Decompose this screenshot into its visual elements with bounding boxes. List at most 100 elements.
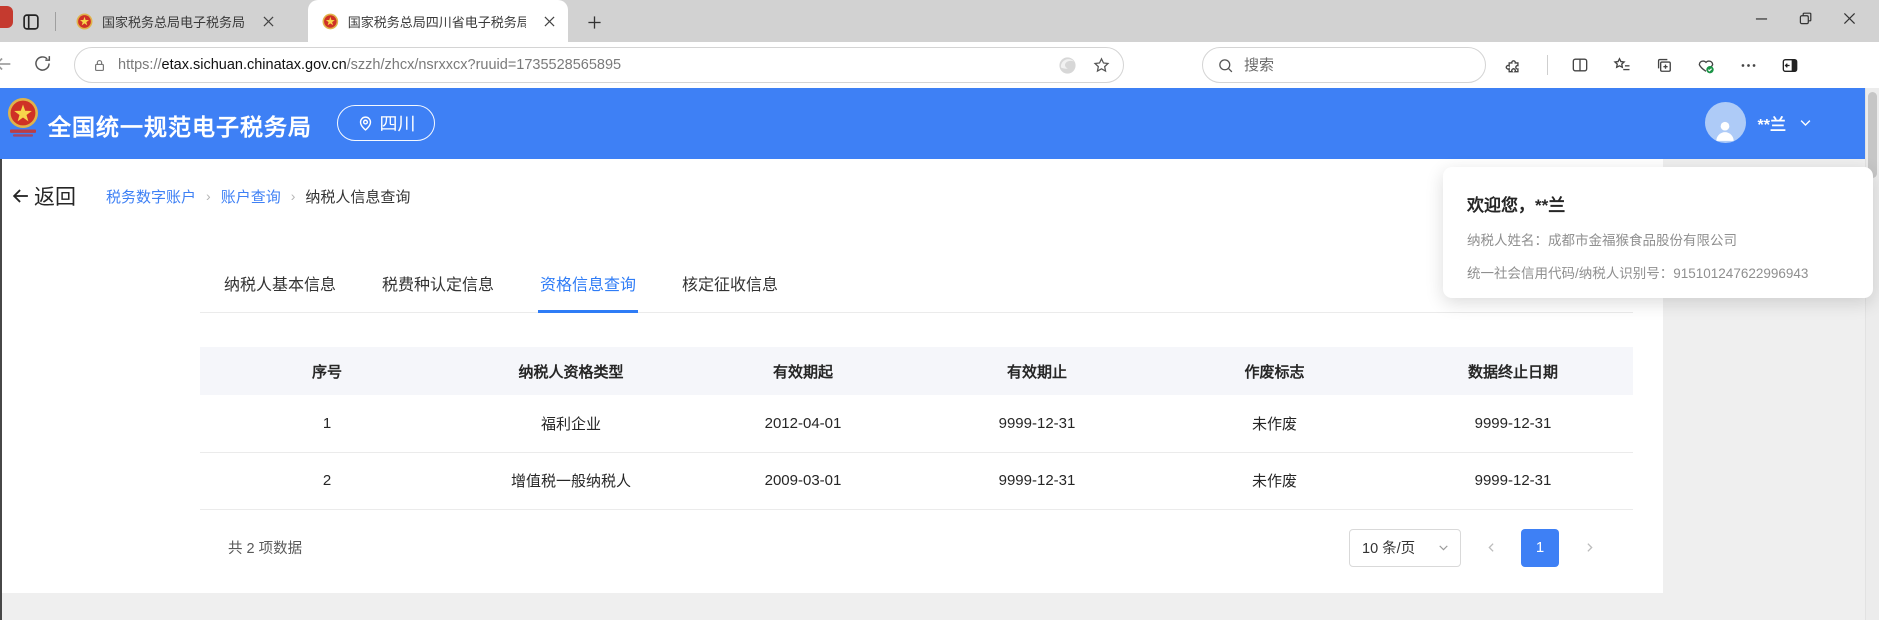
next-page-button[interactable] [1575,534,1603,562]
page-number-1[interactable]: 1 [1521,529,1559,567]
plus-icon [587,15,602,30]
page-body: 返回 税务数字账户 › 账户查询 › 纳税人信息查询 纳税人基本信息 税费种认定… [0,159,1879,620]
toolbar-separator [1547,55,1548,75]
col-纳税人资格类型: 纳税人资格类型 [454,347,688,395]
address-bar[interactable]: https://etax.sichuan.chinatax.gov.cn/szz… [74,47,1124,83]
split-screen-button[interactable] [1570,55,1590,75]
new-tab-button[interactable] [582,10,606,34]
site-title: 全国统一规范电子税务局 [48,108,312,142]
url-path: /szzh/zhcx/nsrxxcx?ruuid=1735528565895 [347,57,621,73]
chevron-down-icon [1798,115,1813,130]
tab-separator [55,12,56,31]
restore-button[interactable] [1783,0,1827,36]
scrollbar-thumb[interactable] [1868,92,1877,178]
window-left-edge [0,159,2,620]
table-header-row: 序号 纳税人资格类型 有效期起 有效期止 作废标志 数据终止日期 [200,347,1633,395]
cell: 9999-12-31 [1393,395,1633,452]
breadcrumb: 返回 税务数字账户 › 账户查询 › 纳税人信息查询 [10,181,410,211]
cell: 增值税一般纳税人 [454,452,688,509]
col-有效期起: 有效期起 [688,347,918,395]
edge-logo-icon[interactable] [1057,55,1077,75]
col-序号: 序号 [200,347,454,395]
sidebar-toggle-button[interactable] [1780,55,1800,75]
close-icon [1843,12,1856,25]
minimize-button[interactable] [1739,0,1783,36]
content-tabs: 纳税人基本信息 税费种认定信息 资格信息查询 核定征收信息 [200,259,1633,313]
person-icon [1712,117,1738,143]
region-selector[interactable]: 四川 [337,105,435,141]
table-row: 2 增值税一般纳税人 2009-03-01 9999-12-31 未作废 999… [200,452,1633,509]
browser-essentials-button[interactable] [1696,55,1716,75]
tab-qualification-info[interactable]: 资格信息查询 [538,259,638,313]
back-arrow-icon [10,185,32,207]
col-作废标志: 作废标志 [1156,347,1393,395]
credit-code-line: 统一社会信用代码/纳税人识别号：915101247622996943 [1467,262,1873,282]
back-arrow-icon [0,53,14,75]
prev-page-button[interactable] [1477,534,1505,562]
region-label: 四川 [380,110,416,136]
restore-icon [1799,12,1812,25]
tab-tax-type-info[interactable]: 税费种认定信息 [380,259,496,313]
user-menu[interactable]: **兰 [1705,102,1813,143]
cell: 2012-04-01 [688,395,918,452]
page-size-value: 10 条/页 [1362,537,1415,558]
window-controls [1739,0,1871,36]
lock-icon [91,57,108,74]
settings-more-button[interactable] [1738,55,1758,75]
close-window-button[interactable] [1827,0,1871,36]
chevron-left-icon [1485,541,1498,554]
browser-tab-2-active[interactable]: 国家税务总局四川省电子税务局 [308,0,568,42]
breadcrumb-link-1[interactable]: 税务数字账户 [106,186,196,207]
cell: 9999-12-31 [1393,452,1633,509]
vertical-tabs-button[interactable] [18,9,44,35]
page-size-select[interactable]: 10 条/页 [1349,529,1461,567]
browser-toolbar: https://etax.sichuan.chinatax.gov.cn/szz… [0,42,1879,88]
tab-close-icon[interactable] [259,12,277,30]
puzzle-icon [1505,55,1525,75]
breadcrumb-current: 纳税人信息查询 [305,186,410,207]
collections-button[interactable] [1654,55,1674,75]
national-emblem-logo [7,98,39,138]
favorites-button[interactable] [1612,55,1632,75]
refresh-button[interactable] [32,53,56,77]
cell: 未作废 [1156,395,1393,452]
tab-assessed-collection-info[interactable]: 核定征收信息 [680,259,780,313]
collections-icon [1654,55,1674,75]
browser-window: 国家税务总局电子税务局 国家税务总局四川省电子税务局 [0,0,1879,620]
tax-emblem-icon [322,13,339,30]
total-count-label: 共 2 项数据 [228,537,302,558]
chevron-down-icon [1437,541,1450,554]
welcome-greeting: 欢迎您，**兰 [1467,191,1873,216]
back-link[interactable]: 返回 [10,181,76,211]
search-input[interactable] [1244,57,1424,74]
extensions-button[interactable] [1505,55,1525,75]
breadcrumb-link-2[interactable]: 账户查询 [221,186,281,207]
profile-badge-icon [0,6,13,28]
favorite-star-icon[interactable] [1091,55,1111,75]
cell: 未作废 [1156,452,1393,509]
cell: 2 [200,452,454,509]
back-button[interactable] [0,53,16,77]
browser-tab-1[interactable]: 国家税务总局电子税务局 [62,0,308,42]
chevron-right-icon [1583,541,1596,554]
tab-close-icon[interactable] [540,12,558,30]
col-数据终止日期: 数据终止日期 [1393,347,1633,395]
site-header: 全国统一规范电子税务局 四川 **兰 [0,88,1879,159]
tax-emblem-icon [76,13,93,30]
more-dots-icon [1739,56,1758,75]
vertical-tabs-icon [20,11,42,33]
search-box[interactable] [1202,47,1486,83]
col-有效期止: 有效期止 [918,347,1156,395]
user-name: **兰 [1758,111,1786,135]
url-scheme: https:// [118,57,162,73]
pagination: 共 2 项数据 10 条/页 1 [200,528,1633,568]
cell: 福利企业 [454,395,688,452]
page-content: 返回 税务数字账户 › 账户查询 › 纳税人信息查询 纳税人基本信息 税费种认定… [0,159,1663,593]
refresh-icon [32,53,53,74]
tab-taxpayer-basic-info[interactable]: 纳税人基本信息 [222,259,338,313]
browser-essentials-icon [1696,55,1716,76]
search-icon [1217,57,1234,74]
cell: 9999-12-31 [918,395,1156,452]
split-screen-icon [1570,55,1590,75]
table-row: 1 福利企业 2012-04-01 9999-12-31 未作废 9999-12… [200,395,1633,452]
